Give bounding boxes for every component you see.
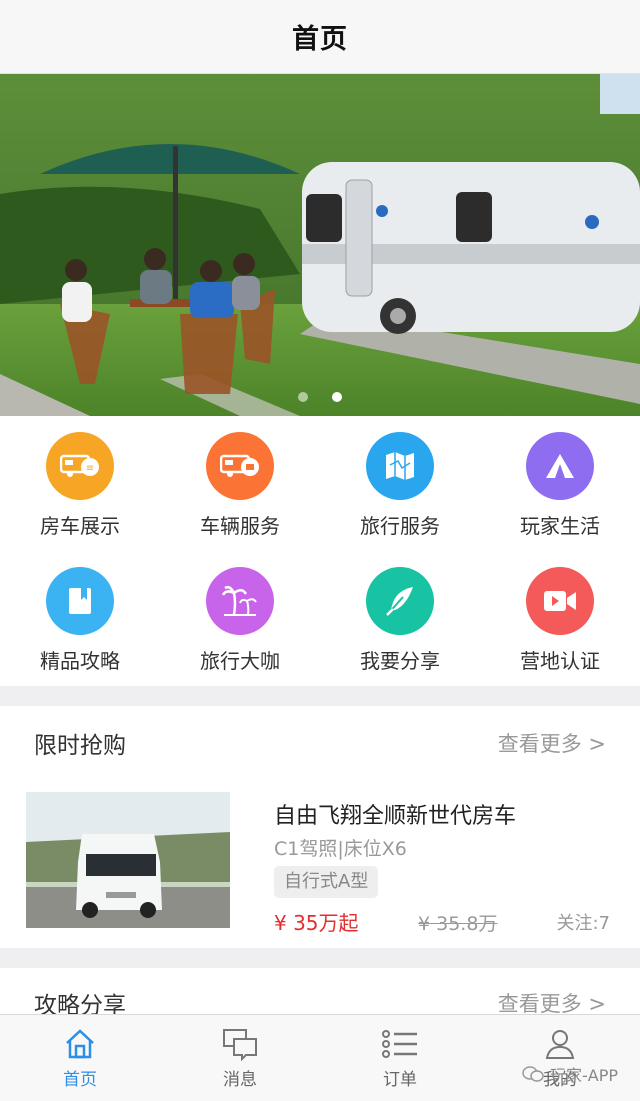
category-label: 房车展示 bbox=[40, 514, 120, 538]
chat-bubble-icon bbox=[223, 1029, 257, 1061]
tab-messages[interactable]: 消息 bbox=[160, 1015, 320, 1101]
user-icon bbox=[545, 1030, 575, 1059]
watermark: 玩家-APP bbox=[522, 1062, 618, 1086]
rv-service-icon bbox=[206, 432, 274, 500]
section-header: 限时抢购 查看更多 > bbox=[0, 706, 640, 776]
product-original-price: ¥ 35.8万 bbox=[418, 913, 498, 935]
tent-icon bbox=[526, 432, 594, 500]
watermark-text: 玩家-APP bbox=[549, 1066, 618, 1085]
category-travel-service[interactable]: 旅行服务 bbox=[320, 416, 480, 551]
home-icon bbox=[66, 1029, 94, 1059]
category-label: 营地认证 bbox=[520, 649, 600, 673]
page-title: 首页 bbox=[292, 24, 348, 55]
tab-orders[interactable]: 订单 bbox=[320, 1015, 480, 1101]
svg-text:≡: ≡ bbox=[86, 463, 94, 474]
section-title: 限时抢购 bbox=[34, 733, 126, 759]
category-label: 旅行服务 bbox=[360, 514, 440, 538]
wechat-icon bbox=[522, 1066, 544, 1082]
navigation-bar: 首页 bbox=[0, 0, 640, 74]
category-label: 我要分享 bbox=[360, 649, 440, 673]
video-camera-icon bbox=[526, 567, 594, 635]
tab-label: 消息 bbox=[223, 1070, 257, 1090]
category-share[interactable]: 我要分享 bbox=[320, 551, 480, 686]
carousel-dot[interactable] bbox=[298, 392, 308, 402]
tab-label: 首页 bbox=[63, 1070, 97, 1090]
flash-sale-section: 限时抢购 查看更多 > 自由飞翔全顺新世代房车 C1驾照|床位X6 自行式A型 … bbox=[0, 706, 640, 948]
tab-profile[interactable]: 我的 bbox=[480, 1015, 640, 1101]
tab-home[interactable]: 首页 bbox=[0, 1015, 160, 1101]
category-label: 玩家生活 bbox=[520, 514, 600, 538]
carousel-indicator bbox=[0, 392, 640, 402]
category-travel-experts[interactable]: 旅行大咖 bbox=[160, 551, 320, 686]
list-icon bbox=[382, 1030, 417, 1058]
category-label: 精品攻略 bbox=[40, 649, 120, 673]
see-more-link[interactable]: 查看更多 > bbox=[498, 728, 606, 758]
banner-image bbox=[0, 74, 640, 416]
caravan-icon: ≡ bbox=[46, 432, 114, 500]
book-icon bbox=[46, 567, 114, 635]
tab-bar: 首页 消息 订单 我的 bbox=[0, 1014, 640, 1101]
product-image[interactable] bbox=[26, 792, 230, 928]
category-label: 车辆服务 bbox=[200, 514, 280, 538]
category-label: 旅行大咖 bbox=[200, 649, 280, 673]
category-grid: ≡ 房车展示 车辆服务 旅行服务 玩家生活 精品攻略 旅行大咖 我要分享 营地认… bbox=[0, 416, 640, 686]
category-player-life[interactable]: 玩家生活 bbox=[480, 416, 640, 551]
product-name[interactable]: 自由飞翔全顺新世代房车 bbox=[274, 798, 516, 830]
category-caravan-display[interactable]: ≡ 房车展示 bbox=[0, 416, 160, 551]
map-icon bbox=[366, 432, 434, 500]
banner-carousel[interactable] bbox=[0, 74, 640, 416]
product-price: ¥ 35万起 bbox=[274, 911, 359, 935]
palm-tree-icon bbox=[206, 567, 274, 635]
category-vehicle-service[interactable]: 车辆服务 bbox=[160, 416, 320, 551]
feather-icon bbox=[366, 567, 434, 635]
category-featured-guides[interactable]: 精品攻略 bbox=[0, 551, 160, 686]
carousel-dot-active[interactable] bbox=[332, 392, 342, 402]
product-follow-count: 关注:7 bbox=[556, 913, 610, 934]
category-camp-certification[interactable]: 营地认证 bbox=[480, 551, 640, 686]
product-type-tag: 自行式A型 bbox=[274, 866, 379, 898]
product-spec: C1驾照|床位X6 bbox=[274, 838, 407, 860]
tab-label: 订单 bbox=[383, 1070, 417, 1090]
